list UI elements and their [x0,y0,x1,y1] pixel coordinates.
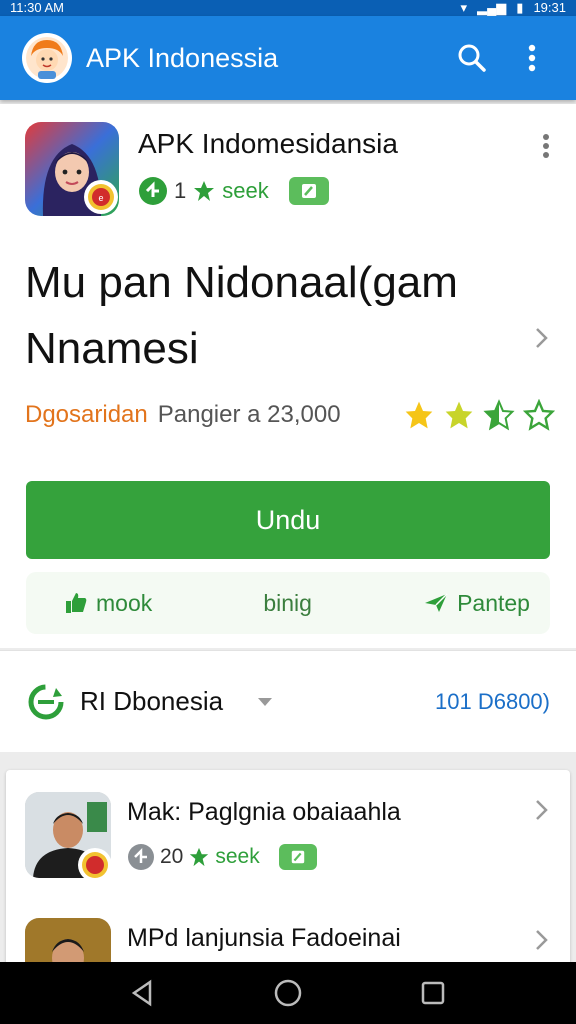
status-time-left: 11:30 AM [10,0,64,15]
list-item-title: Mak: Paglgnia obaiaahla [127,798,401,826]
chevron-right-icon[interactable] [530,798,554,822]
star-empty-icon [523,399,555,431]
app-detail-card: e APK Indomesidansia 1 seek Mu pan Nidon… [0,104,576,648]
status-time-right: 19:31 [533,0,566,15]
app-info: Pangier a 23,000 [157,401,341,428]
leaf-icon [194,181,215,201]
send-icon [425,593,448,612]
battery-icon: ▮ [516,0,524,15]
recents-icon[interactable] [418,978,448,1008]
chevron-right-icon[interactable] [530,928,554,952]
leaf-icon [190,847,209,867]
status-bar: 11:30 AM ▾ ▂▄▆ ▮ 19:31 [0,0,576,16]
download-button[interactable]: Undu [26,481,550,559]
back-icon[interactable] [128,978,158,1008]
developer-name[interactable]: Dgosaridan [25,401,148,429]
chevron-right-icon[interactable] [530,326,554,350]
system-nav-bar [0,962,576,1024]
region-count[interactable]: 101 D6800) [435,689,550,715]
rating-row: Dgosaridan Pangier a 23,000 [25,399,555,431]
app-headline: Mu pan Nidonaal(gam Nnamesi [25,258,458,373]
action-like[interactable]: mook [64,590,152,617]
action-share[interactable]: Pantep [423,590,530,617]
actions-row: mook binig Pantep [26,572,550,634]
app-name: APK Indomesidansia [138,128,398,159]
app-meta-row: 1 seek [138,176,329,206]
app-title: APK Indonessia [86,42,279,73]
wifi-icon: ▾ [460,0,468,15]
star-full-icon [405,401,433,429]
app-meta-count: 1 [174,178,187,203]
svg-text:e: e [98,193,103,203]
app-meta-label: seek [222,178,269,203]
app-bar: APK Indonessia [0,16,576,100]
search-icon[interactable] [450,36,494,80]
download-count-icon [128,844,154,870]
action-middle-label: binig [263,589,312,616]
list-item[interactable]: Mak: Paglgnia obaiaahla 20 seek [6,770,570,900]
more-vert-icon[interactable] [510,36,554,80]
home-icon[interactable] [273,978,303,1008]
list-item-meta: 20 seek [127,843,317,871]
list-item-count: 20 [160,845,184,868]
status-icons: ▾ ▂▄▆ ▮ 19:31 [461,0,566,16]
region-selector[interactable]: RI Dbonesia 101 D6800) [0,650,576,752]
related-apps-list: Mak: Paglgnia obaiaahla 20 seek MPd lanj… [6,770,570,966]
star-half-icon [483,399,515,431]
star-full-icon [445,401,473,429]
app-more-icon[interactable] [532,132,560,160]
action-share-label: Pantep [457,589,530,616]
region-label: RI Dbonesia [80,686,224,716]
chevron-down-icon[interactable] [257,697,273,707]
plus-badge-icon [139,177,167,205]
list-item[interactable]: MPd lanjunsia Fadoeinai [6,900,570,966]
list-item-meta-label: seek [215,845,260,868]
edit-chip-icon[interactable] [278,844,317,870]
list-item-avatar [25,918,111,966]
action-like-label: mook [96,589,153,616]
thumb-up-icon [66,593,87,613]
action-middle[interactable]: binig [263,590,312,617]
app-badge-icon: e [84,180,118,214]
list-item-title: MPd lanjunsia Fadoeinai [127,924,401,952]
list-badge-icon [78,848,112,882]
avatar-girl-icon[interactable] [22,33,72,83]
rating-stars [403,399,555,431]
signal-icon: ▂▄▆ [477,0,507,15]
edit-chip-icon[interactable] [288,177,329,205]
refresh-icon [28,684,64,719]
